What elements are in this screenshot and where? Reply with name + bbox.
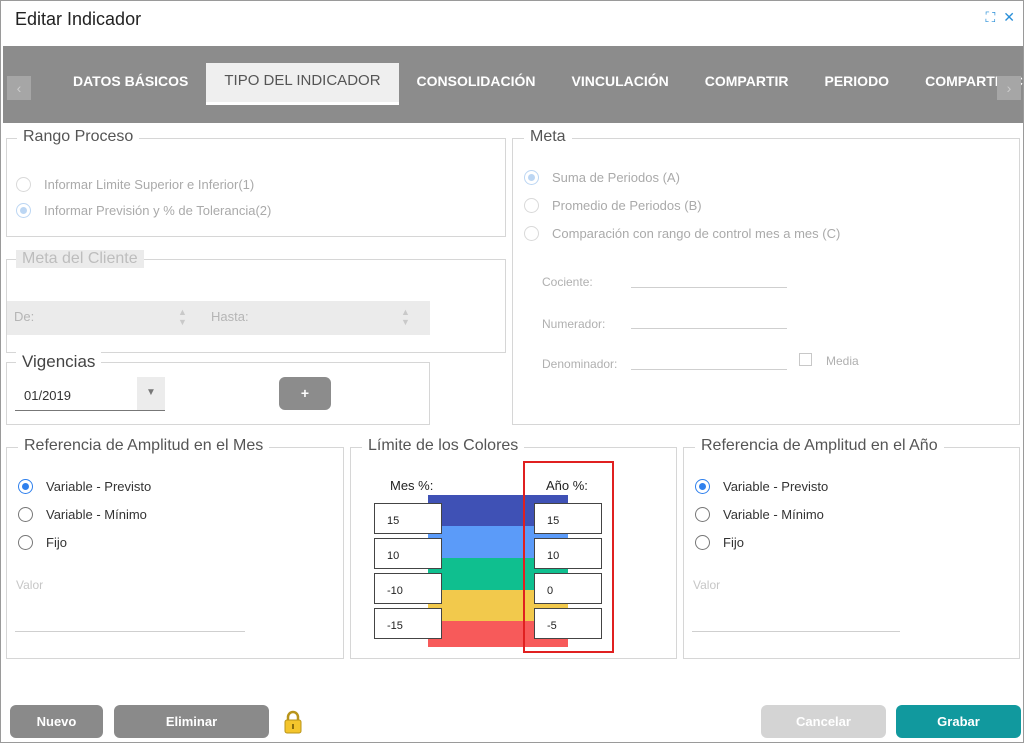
meta-title: Meta [524, 128, 572, 146]
amplitud-anio-option-fijo[interactable]: Fijo [695, 535, 744, 550]
meta-panel: Meta Suma de Periodos (A) Promedio de Pe… [512, 128, 1020, 425]
radio-icon [695, 535, 710, 550]
anio-highlight-box [523, 461, 614, 653]
tab-vinculacion[interactable]: VINCULACIÓN [554, 63, 687, 105]
de-label: De: [14, 309, 35, 324]
mes-value-3[interactable]: -10 [374, 573, 442, 604]
tab-periodo[interactable]: PERIODO [807, 63, 908, 105]
hasta-label: Hasta: [211, 309, 249, 324]
vigencias-title: Vigencias [16, 352, 102, 372]
mes-value-1[interactable]: 15 [374, 503, 442, 534]
footer-bar: Nuevo Eliminar Cancelar Grabar [3, 701, 1023, 742]
vigencia-select[interactable]: 01/2019 ▼ [15, 377, 165, 411]
amplitud-mes-valor-input[interactable] [15, 610, 245, 632]
numerador-label: Numerador: [542, 317, 606, 331]
rango-option-1-label: Informar Limite Superior e Inferior(1) [44, 177, 255, 192]
amplitud-mes-option-minimo[interactable]: Variable - Mínimo [18, 507, 147, 522]
amplitud-anio-title: Referencia de Amplitud en el Año [695, 437, 944, 455]
amplitud-mes-option-previsto-label: Variable - Previsto [46, 479, 152, 494]
rango-option-2[interactable]: Informar Previsión y % de Tolerancia(2) [16, 203, 271, 218]
meta-option-comparacion[interactable]: Comparación con rango de control mes a m… [524, 226, 840, 241]
mes-value-2[interactable]: 10 [374, 538, 442, 569]
vigencias-panel: Vigencias 01/2019 ▼ + [6, 352, 430, 425]
meta-option-suma[interactable]: Suma de Periodos (A) [524, 170, 680, 185]
radio-icon [695, 507, 710, 522]
amplitud-mes-option-previsto[interactable]: Variable - Previsto [18, 479, 151, 494]
denominador-input[interactable] [631, 352, 787, 370]
eliminar-button[interactable]: Eliminar [114, 705, 269, 738]
spinner-icon[interactable]: ▲ ▼ [401, 307, 410, 327]
amplitud-anio-valor-input[interactable] [692, 610, 900, 632]
amplitud-anio-option-minimo-label: Variable - Mínimo [723, 507, 824, 522]
radio-icon [16, 203, 31, 218]
mes-value-4[interactable]: -15 [374, 608, 442, 639]
spinner-icon[interactable]: ▲ ▼ [178, 307, 187, 327]
meta-option-promedio[interactable]: Promedio de Periodos (B) [524, 198, 702, 213]
cancelar-button[interactable]: Cancelar [761, 705, 886, 738]
expand-icon[interactable]: ⛶ [985, 9, 995, 26]
amplitud-anio-option-fijo-label: Fijo [723, 535, 744, 550]
amplitud-mes-option-fijo[interactable]: Fijo [18, 535, 67, 550]
edit-indicator-dialog: Editar Indicador ⛶ ✕ ‹ DATOS BÁSICOS TIP… [0, 0, 1024, 743]
de-input[interactable]: De: ▲ ▼ [7, 301, 202, 335]
dialog-title: Editar Indicador [15, 9, 142, 29]
amplitud-anio-option-previsto-label: Variable - Previsto [723, 479, 829, 494]
amplitud-mes-title: Referencia de Amplitud en el Mes [18, 437, 270, 455]
limite-colores-panel: Límite de los Colores Mes %: Año %: 15 1… [350, 437, 677, 659]
window-controls: ⛶ ✕ [985, 9, 1015, 26]
radio-icon [524, 170, 539, 185]
radio-icon [18, 507, 33, 522]
amplitud-anio-option-previsto[interactable]: Variable - Previsto [695, 479, 828, 494]
radio-icon [695, 479, 710, 494]
meta-option-comparacion-label: Comparación con rango de control mes a m… [552, 226, 841, 241]
chevron-down-icon[interactable]: ▼ [137, 377, 165, 410]
lock-icon-svg [284, 710, 302, 734]
vigencia-value: 01/2019 [24, 388, 71, 403]
radio-icon [18, 535, 33, 550]
amplitud-anio-option-minimo[interactable]: Variable - Mínimo [695, 507, 824, 522]
close-icon[interactable]: ✕ [1003, 9, 1015, 26]
tab-scroll-right-icon[interactable]: › [997, 76, 1021, 100]
nuevo-button[interactable]: Nuevo [10, 705, 103, 738]
denominador-label: Denominador: [542, 357, 618, 371]
amplitud-mes-option-minimo-label: Variable - Mínimo [46, 507, 147, 522]
tab-bar: ‹ DATOS BÁSICOS TIPO DEL INDICADOR CONSO… [3, 46, 1023, 123]
rango-option-1[interactable]: Informar Limite Superior e Inferior(1) [16, 177, 254, 192]
tab-compartir[interactable]: COMPARTIR [687, 63, 807, 105]
tab-datos-basicos[interactable]: DATOS BÁSICOS [55, 63, 206, 105]
amplitud-mes-panel: Referencia de Amplitud en el Mes Variabl… [6, 437, 344, 659]
rango-proceso-panel: Rango Proceso Informar Limite Superior e… [6, 128, 506, 237]
amplitud-anio-panel: Referencia de Amplitud en el Año Variabl… [683, 437, 1020, 659]
mes-label: Mes %: [390, 478, 434, 493]
meta-option-promedio-label: Promedio de Periodos (B) [552, 198, 702, 213]
meta-cliente-title: Meta del Cliente [16, 250, 144, 268]
amplitud-mes-valor-label: Valor [16, 578, 44, 592]
add-vigencia-button[interactable]: + [279, 377, 331, 410]
tab-consolidacion[interactable]: CONSOLIDACIÓN [399, 63, 554, 105]
tab-tipo-del-indicador[interactable]: TIPO DEL INDICADOR [206, 63, 399, 105]
cociente-input[interactable] [631, 270, 787, 288]
media-checkbox[interactable] [799, 353, 812, 366]
radio-icon [524, 226, 539, 241]
radio-icon [524, 198, 539, 213]
radio-icon [18, 479, 33, 494]
amplitud-mes-option-fijo-label: Fijo [46, 535, 67, 550]
lock-icon[interactable] [282, 710, 304, 734]
rango-option-2-label: Informar Previsión y % de Tolerancia(2) [44, 203, 272, 218]
radio-icon [16, 177, 31, 192]
rango-proceso-title: Rango Proceso [17, 128, 140, 146]
tab-list: DATOS BÁSICOS TIPO DEL INDICADOR CONSOLI… [55, 63, 1023, 105]
numerador-input[interactable] [631, 311, 787, 329]
limite-colores-title: Límite de los Colores [362, 437, 525, 455]
meta-cliente-panel: Meta del Cliente De: ▲ ▼ Hasta: ▲ ▼ [6, 250, 506, 353]
amplitud-anio-valor-label: Valor [693, 578, 721, 592]
meta-option-suma-label: Suma de Periodos (A) [552, 170, 680, 185]
grabar-button[interactable]: Grabar [896, 705, 1021, 738]
media-label: Media [826, 354, 859, 368]
cociente-label: Cociente: [542, 275, 593, 289]
tab-scroll-left-icon[interactable]: ‹ [7, 76, 31, 100]
hasta-input[interactable]: Hasta: ▲ ▼ [202, 301, 430, 335]
